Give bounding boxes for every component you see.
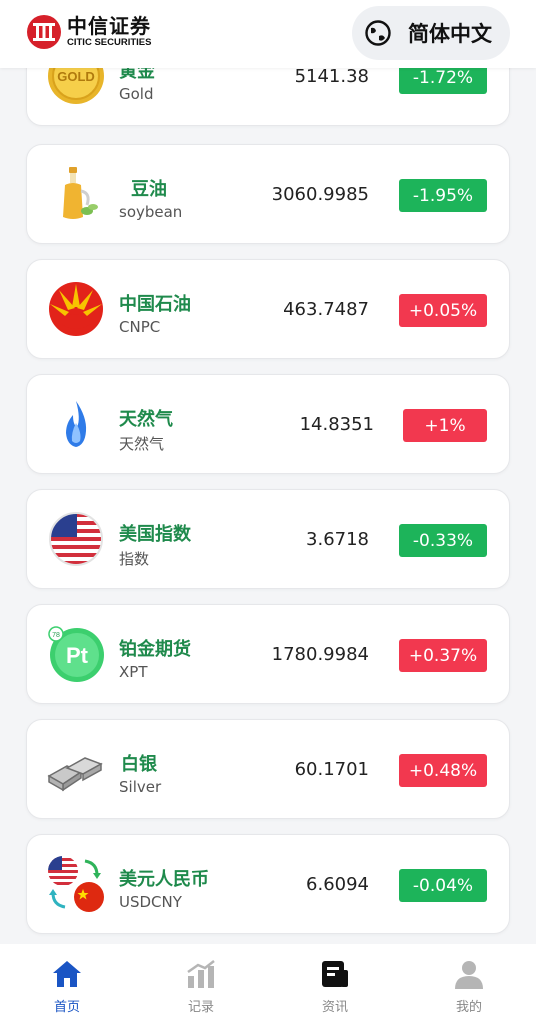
quote-subname: Silver [119, 778, 162, 796]
svg-text:GOLD: GOLD [57, 69, 95, 84]
change-badge: +0.48% [399, 754, 487, 787]
quote-name: 美国指数 [119, 524, 191, 545]
quote-subname: soybean [119, 203, 183, 221]
svg-text:78: 78 [52, 632, 60, 639]
quote-price: 463.7487 [283, 299, 369, 320]
tab-news[interactable]: 资讯 [268, 944, 402, 1024]
tab-label: 资讯 [321, 1000, 348, 1015]
svg-text:Pt: Pt [66, 643, 89, 668]
cnpc-logo-icon [49, 282, 103, 336]
globe-icon [365, 20, 391, 46]
quote-card-platinum[interactable]: 78 Pt 铂金期货 XPT 1780.9984 +0.37% [26, 604, 510, 704]
quote-subname: 指数 [119, 550, 150, 568]
quote-card-us-index[interactable]: 美国指数 指数 3.6718 -0.33% [26, 489, 510, 589]
quote-price: 6.6094 [306, 874, 369, 895]
quote-subname: XPT [119, 663, 148, 681]
change-badge: +0.05% [399, 294, 487, 327]
tab-label: 我的 [455, 1000, 482, 1015]
app-header: 中信证券 CITIC SECURITIES 简体中文 [0, 0, 536, 68]
logo-text-en: CITIC SECURITIES [67, 37, 152, 49]
quote-price: 60.1701 [294, 759, 369, 780]
change-badge: -0.33% [399, 524, 487, 557]
quote-subname: USDCNY [119, 893, 182, 911]
news-icon [322, 961, 348, 987]
bottom-tab-bar: 首页 记录 资讯 我的 [0, 944, 536, 1024]
usd-cny-exchange-icon [48, 856, 104, 912]
chart-bars-icon [187, 960, 215, 988]
quote-card-natural-gas[interactable]: 天然气 天然气 14.8351 +1% [26, 374, 510, 474]
tab-mine[interactable]: 我的 [402, 944, 536, 1024]
change-badge: -0.04% [399, 869, 487, 902]
quote-name: 铂金期货 [119, 639, 191, 660]
silver-bars-icon [47, 757, 103, 792]
quote-name: 天然气 [119, 409, 173, 430]
quote-card-silver[interactable]: 白银 Silver 60.1701 +0.48% [26, 719, 510, 819]
quote-subname: 天然气 [119, 435, 165, 453]
quote-card-soybean[interactable]: 豆油 soybean 3060.9985 -1.95% [26, 144, 510, 244]
quote-subname: Gold [119, 85, 154, 103]
gas-flame-icon [66, 401, 87, 447]
quote-name: 中国石油 [119, 294, 191, 315]
change-badge: -1.95% [399, 179, 487, 212]
quote-name: 美元人民币 [119, 869, 209, 890]
oil-bottle-icon [63, 167, 98, 219]
tab-label: 首页 [53, 1000, 80, 1015]
quote-card-usdcny[interactable]: 美元人民币 USDCNY 6.6094 -0.04% [26, 834, 510, 934]
us-flag-icon [49, 512, 103, 566]
language-label: 简体中文 [408, 22, 492, 46]
quote-price: 5141.38 [294, 66, 369, 87]
citic-logo[interactable]: 中信证券 CITIC SECURITIES [26, 14, 151, 50]
tab-records[interactable]: 记录 [134, 944, 268, 1024]
user-icon [455, 961, 483, 989]
platinum-element-icon: 78 Pt [48, 626, 104, 682]
quote-card-cnpc[interactable]: 中国石油 CNPC 463.7487 +0.05% [26, 259, 510, 359]
citic-logo-icon [27, 15, 61, 49]
quote-name: 豆油 [131, 179, 167, 200]
quote-subname: CNPC [119, 318, 161, 336]
quote-price: 14.8351 [299, 414, 374, 435]
tab-label: 记录 [187, 1000, 214, 1015]
quote-price: 3060.9985 [271, 184, 369, 205]
language-switch-button[interactable]: 简体中文 [352, 6, 510, 60]
quote-name: 白银 [121, 754, 157, 775]
tab-home[interactable]: 首页 [0, 944, 134, 1024]
change-badge: +0.37% [399, 639, 487, 672]
change-badge: +1% [403, 409, 487, 442]
logo-text-cn: 中信证券 [67, 14, 151, 39]
quote-price: 3.6718 [306, 529, 369, 550]
quote-price: 1780.9984 [271, 644, 369, 665]
home-icon [53, 961, 81, 987]
